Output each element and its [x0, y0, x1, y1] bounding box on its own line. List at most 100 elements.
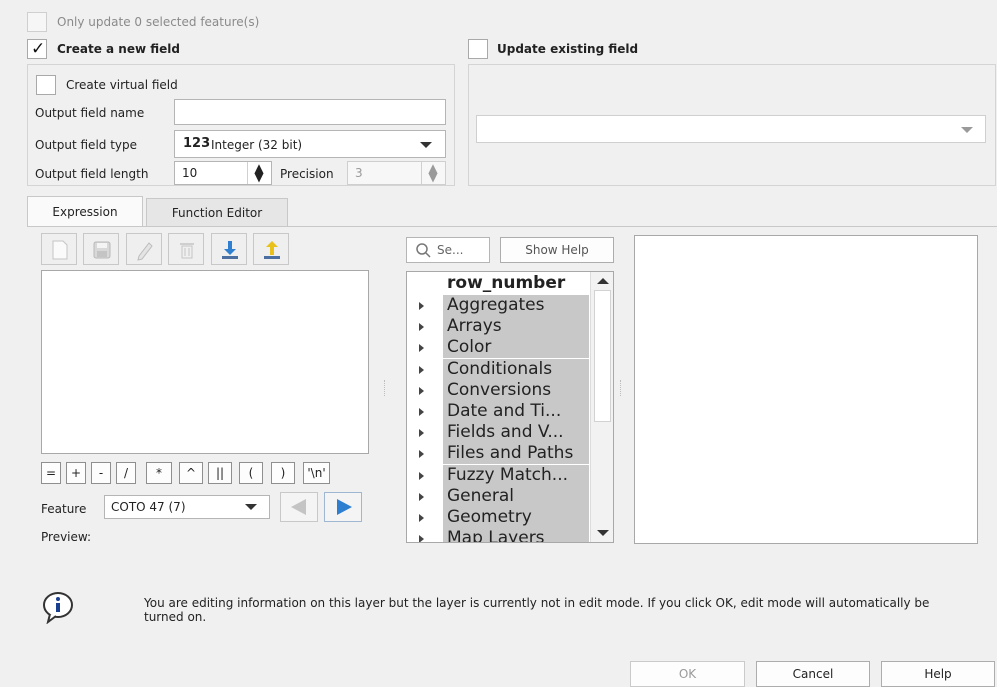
tree-item-label: Files and Paths — [443, 443, 589, 465]
chevron-down-icon — [420, 142, 432, 148]
output-field-type-value: Integer (32 bit) — [211, 138, 303, 152]
expand-arrow-icon[interactable] — [419, 514, 424, 522]
scroll-up-icon[interactable] — [597, 278, 609, 284]
scroll-down-icon[interactable] — [597, 530, 609, 536]
precision-spinbox[interactable]: 3 ▲ ▼ — [347, 161, 446, 185]
create-new-field-label: Create a new field — [57, 42, 180, 56]
expand-arrow-icon[interactable] — [419, 323, 424, 332]
help-button[interactable]: Help — [881, 661, 995, 687]
tree-item-group[interactable]: Fuzzy Match... — [407, 464, 589, 486]
export-icon — [264, 241, 280, 259]
output-field-type-select[interactable]: 123 Integer (32 bit) — [174, 130, 446, 158]
left-arrow-icon — [291, 499, 306, 515]
new-field-group: Create virtual field Output field name O… — [27, 64, 455, 186]
edit-button[interactable] — [126, 233, 162, 265]
operator-button[interactable]: = — [41, 462, 61, 484]
operator-button[interactable]: || — [208, 462, 232, 484]
tree-item-group[interactable]: Aggregates — [407, 295, 589, 316]
expand-arrow-icon[interactable] — [419, 344, 424, 353]
expand-arrow-icon[interactable] — [419, 535, 424, 542]
output-field-length-label: Output field length — [35, 167, 149, 181]
tree-item-group[interactable]: Fields and V... — [407, 422, 589, 444]
create-new-field-checkbox[interactable]: ✓ — [27, 39, 47, 59]
chevron-down-icon — [961, 127, 973, 133]
tree-item-label: Arrays — [443, 316, 589, 338]
search-placeholder: Se... — [437, 243, 464, 257]
expand-arrow-icon[interactable] — [419, 471, 424, 480]
show-help-button[interactable]: Show Help — [500, 237, 614, 263]
previous-feature-button[interactable] — [280, 492, 318, 522]
tree-item-group[interactable]: Conditionals — [407, 358, 589, 380]
operator-button[interactable]: / — [116, 462, 136, 484]
output-field-length-spinbox[interactable]: 10 ▲ ▼ — [174, 161, 272, 185]
help-panel — [634, 235, 978, 544]
expression-editor[interactable] — [41, 270, 369, 454]
function-tree[interactable]: row_number Aggregates Arrays Color Conditio… — [406, 271, 614, 543]
existing-field-select[interactable] — [476, 115, 986, 143]
checkmark-icon: ✓ — [31, 39, 46, 59]
info-icon — [43, 592, 73, 624]
cancel-button[interactable]: Cancel — [756, 661, 870, 687]
update-existing-field-checkbox[interactable] — [468, 39, 488, 59]
operator-button[interactable]: '\n' — [303, 462, 330, 484]
feature-label: Feature — [41, 502, 87, 516]
save-button[interactable] — [83, 233, 119, 265]
function-search-input[interactable]: Se... — [406, 237, 490, 263]
right-arrow-icon — [337, 499, 352, 515]
scrollbar-thumb[interactable] — [594, 290, 611, 422]
tree-item-group[interactable]: Geometry — [407, 507, 589, 528]
expand-arrow-icon[interactable] — [419, 365, 424, 374]
tab-expression[interactable]: Expression — [27, 196, 143, 226]
tree-item-label: Color — [443, 337, 589, 359]
export-button[interactable] — [253, 233, 289, 265]
expand-arrow-icon[interactable] — [419, 386, 424, 395]
spin-updown-icon[interactable]: ▲ ▼ — [253, 162, 265, 183]
save-icon — [93, 241, 111, 259]
tree-item-label: Geometry — [443, 507, 589, 528]
tree-item-group[interactable]: Conversions — [407, 379, 589, 401]
operator-button[interactable]: ^ — [179, 462, 203, 484]
import-button[interactable] — [211, 233, 247, 265]
tree-item-label: General — [443, 485, 589, 507]
output-field-type-label: Output field type — [35, 138, 138, 152]
expand-arrow-icon[interactable] — [419, 492, 424, 501]
new-file-icon — [52, 240, 68, 260]
tree-item-group[interactable]: Files and Paths — [407, 443, 589, 465]
splitter-handle[interactable] — [620, 380, 622, 396]
tree-item-group[interactable]: Color — [407, 337, 589, 359]
ok-button[interactable]: OK — [630, 661, 745, 687]
output-field-name-input[interactable] — [174, 99, 446, 125]
expand-arrow-icon[interactable] — [419, 450, 424, 459]
operator-button[interactable]: ) — [271, 462, 295, 484]
tree-item-group[interactable]: Date and Ti... — [407, 401, 589, 422]
tree-item-group[interactable]: Arrays — [407, 316, 589, 338]
expand-arrow-icon[interactable] — [419, 302, 424, 310]
scrollbar[interactable] — [590, 272, 613, 542]
operator-button[interactable]: - — [91, 462, 111, 484]
feature-select[interactable]: COTO 47 (7) — [104, 495, 270, 519]
operator-button[interactable]: * — [146, 462, 172, 484]
only-update-checkbox[interactable] — [27, 12, 47, 32]
tab-function-editor[interactable]: Function Editor — [146, 198, 288, 226]
tree-item-group[interactable]: Map Layers — [407, 528, 589, 542]
delete-button[interactable] — [168, 233, 204, 265]
precision-value: 3 — [355, 166, 363, 180]
tree-item-label: Conditionals — [443, 358, 589, 380]
tab-divider — [27, 226, 997, 227]
spin-updown-icon[interactable]: ▲ ▼ — [427, 162, 439, 183]
update-existing-field-label: Update existing field — [497, 42, 639, 56]
tree-item-label: Fields and V... — [443, 422, 589, 444]
expand-arrow-icon[interactable] — [419, 408, 424, 416]
virtual-field-checkbox[interactable] — [36, 75, 56, 95]
output-field-name-label: Output field name — [35, 106, 145, 120]
tree-item-label: Conversions — [443, 379, 589, 401]
operator-button[interactable]: + — [66, 462, 86, 484]
new-file-button[interactable] — [41, 233, 77, 265]
next-feature-button[interactable] — [324, 492, 362, 522]
import-icon — [222, 241, 238, 259]
only-update-label: Only update 0 selected feature(s) — [57, 15, 260, 29]
operator-button[interactable]: ( — [239, 462, 263, 484]
splitter-handle[interactable] — [384, 380, 386, 396]
expand-arrow-icon[interactable] — [419, 429, 424, 438]
tree-item-group[interactable]: General — [407, 485, 589, 507]
